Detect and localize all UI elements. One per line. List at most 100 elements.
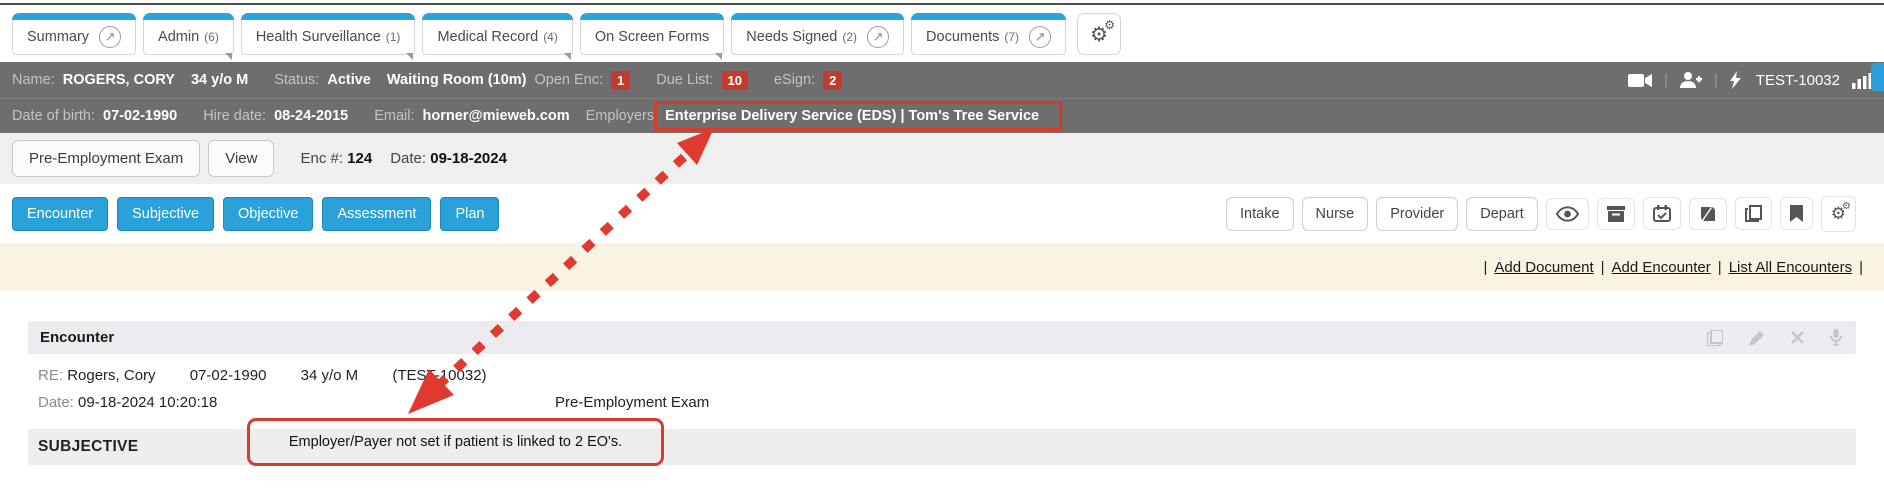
name-label: Name: [12, 72, 55, 88]
chart-actions-band: | Add Document | Add Encounter | List Al… [0, 243, 1884, 291]
divider: | [1483, 259, 1487, 276]
lightning-icon[interactable] [1730, 71, 1742, 89]
tab-medical-record[interactable]: Medical Record (4) [422, 13, 572, 55]
open-in-new-icon[interactable]: ↗ [99, 26, 121, 48]
dob-value: 07-02-1990 [103, 108, 177, 124]
tab-count: (7) [1004, 30, 1019, 44]
tab-admin[interactable]: Admin (6) [143, 13, 234, 55]
re-age-sex: 34 y/o M [301, 367, 359, 384]
nav-subjective-button[interactable]: Subjective [117, 197, 214, 231]
tab-summary[interactable]: Summary ↗ [12, 13, 136, 55]
view-visibility-button[interactable] [1546, 198, 1589, 230]
esign-label: eSign: [774, 72, 815, 88]
schedule-button[interactable] [1643, 197, 1681, 230]
tab-documents[interactable]: Documents (7) ↗ [911, 13, 1066, 55]
tab-accent-bar [580, 13, 724, 20]
employers-label: Employers [586, 108, 655, 124]
nav-plan-button[interactable]: Plan [440, 197, 499, 231]
archive-button[interactable] [1597, 198, 1635, 230]
stage-intake-button[interactable]: Intake [1226, 197, 1294, 231]
status-value: Active [327, 72, 371, 88]
dictate-button[interactable] [1830, 329, 1842, 346]
nav-assessment-button[interactable]: Assessment [322, 197, 431, 231]
tab-accent-bar [143, 13, 234, 20]
tab-accent-bar [911, 13, 1066, 20]
patient-age-sex: 34 y/o M [191, 72, 248, 88]
chart-notes-button[interactable] [1689, 198, 1727, 230]
book-icon [1699, 206, 1717, 222]
re-dob: 07-02-1990 [190, 367, 267, 384]
patient-demographics-bar: Date of birth: 07-02-1990 Hire date: 08-… [0, 98, 1884, 133]
add-document-link[interactable]: Add Document [1494, 259, 1593, 276]
tab-label: Medical Record [437, 29, 538, 45]
open-in-new-icon[interactable]: ↗ [867, 26, 889, 48]
encounter-date-label: Date: [38, 394, 74, 411]
tab-label: Documents [926, 29, 999, 45]
divider: | [1714, 72, 1718, 89]
stage-depart-button[interactable]: Depart [1466, 197, 1538, 231]
exam-type-button[interactable]: Pre-Employment Exam [12, 140, 200, 177]
edge-panel-handle[interactable] [1871, 63, 1884, 91]
calendar-check-icon [1653, 205, 1671, 222]
due-list-label: Due List: [656, 72, 713, 88]
status-label: Status: [274, 72, 319, 88]
tab-label: On Screen Forms [595, 29, 709, 45]
email-value: horner@mieweb.com [423, 108, 570, 124]
bookmark-button[interactable] [1780, 197, 1813, 230]
copy-chart-button[interactable] [1735, 197, 1772, 230]
hire-date-label: Hire date: [203, 108, 266, 124]
nav-objective-button[interactable]: Objective [223, 197, 313, 231]
nav-encounter-button[interactable]: Encounter [12, 197, 108, 231]
chart-stats-icon[interactable] [1852, 72, 1872, 89]
edit-button[interactable] [1749, 330, 1765, 346]
chart-tab-bar: Summary ↗ Admin (6) Health Surveillance … [0, 3, 1884, 62]
pencil-icon [1749, 330, 1765, 346]
employers-value-highlighted: Enterprise Delivery Service (EDS) | Tom'… [654, 101, 1062, 131]
settings-button[interactable]: ⚙⚙ [1821, 196, 1856, 232]
waiting-room-status: Waiting Room (10m) [387, 72, 527, 88]
stage-and-tools: Intake Nurse Provider Depart [1218, 196, 1856, 232]
tab-health-surveillance[interactable]: Health Surveillance (1) [241, 13, 416, 55]
tab-needs-signed[interactable]: Needs Signed (2) ↗ [731, 13, 904, 55]
encounter-type: Pre-Employment Exam [555, 394, 709, 411]
list-all-encounters-link[interactable]: List All Encounters [1729, 259, 1852, 276]
close-icon [1791, 331, 1804, 344]
encounter-toolbar: Pre-Employment Exam View Enc #: 124 Date… [0, 133, 1884, 184]
due-list-badge[interactable]: 10 [722, 71, 748, 90]
encounter-content-area: Encounter RE: [0, 321, 1884, 502]
video-call-icon[interactable] [1628, 73, 1652, 88]
hire-date-value: 08-24-2015 [274, 108, 348, 124]
patient-name: ROGERS, CORY [63, 72, 175, 88]
tab-on-screen-forms[interactable]: On Screen Forms [580, 13, 724, 55]
tab-settings-button[interactable]: ⚙⚙ [1077, 13, 1121, 55]
re-patient-name: Rogers, Cory [67, 367, 155, 384]
dob-label: Date of birth: [12, 108, 95, 124]
tab-count: (4) [543, 30, 558, 44]
tab-accent-bar [731, 13, 904, 20]
dropdown-fold-icon [715, 53, 722, 60]
email-label: Email: [374, 108, 414, 124]
add-encounter-link[interactable]: Add Encounter [1612, 259, 1711, 276]
stage-nurse-button[interactable]: Nurse [1302, 197, 1369, 231]
tab-accent-bar [241, 13, 416, 20]
add-user-icon[interactable] [1680, 72, 1702, 88]
view-button[interactable]: View [208, 140, 274, 177]
encounter-datetime: 09-18-2024 10:20:18 [78, 394, 217, 411]
dropdown-fold-icon [406, 53, 413, 60]
copy-icon [1745, 205, 1762, 222]
re-label: RE: [38, 367, 63, 384]
open-in-new-icon[interactable]: ↗ [1029, 26, 1051, 48]
esign-badge[interactable]: 2 [823, 71, 842, 90]
open-enc-badge[interactable]: 1 [611, 71, 630, 90]
pages-button[interactable] [1707, 330, 1723, 346]
stage-provider-button[interactable]: Provider [1376, 197, 1458, 231]
divider: | [1859, 259, 1863, 276]
close-button[interactable] [1791, 331, 1804, 344]
tab-accent-bar [12, 13, 136, 20]
divider: | [1718, 259, 1722, 276]
gears-icon: ⚙⚙ [1831, 204, 1846, 224]
panel-title: Encounter [40, 329, 114, 346]
tab-accent-bar [422, 13, 572, 20]
encounter-date-line: Date: 09-18-2024 10:20:18 Pre-Employment… [38, 394, 1856, 414]
tab-label: Needs Signed [746, 29, 837, 45]
